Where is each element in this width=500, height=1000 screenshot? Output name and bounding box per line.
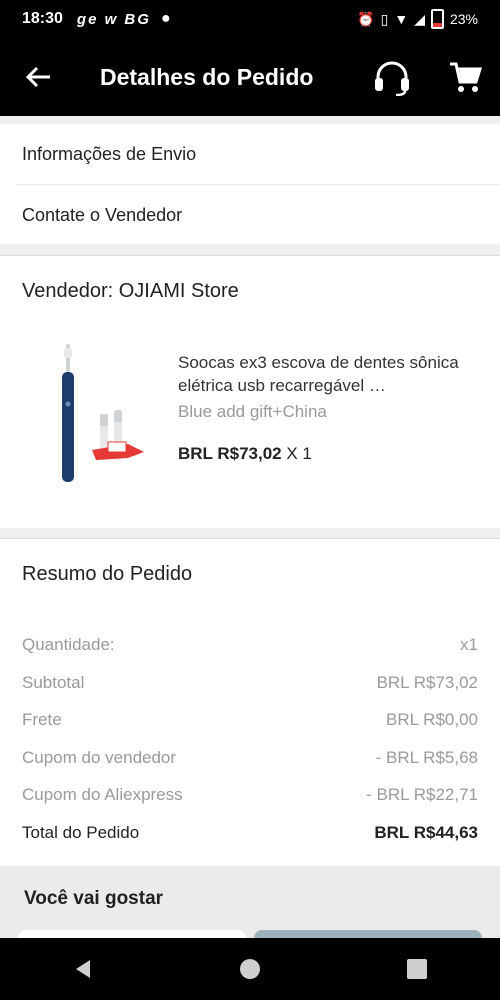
summary-label: Quantidade: <box>22 635 115 654</box>
recommendations-section: Você vai gostar <box>0 866 500 938</box>
seller-name: Vendedor: OJIAMI Store <box>22 280 239 302</box>
summary-label: Total do Pedido <box>22 823 140 842</box>
summary-row-total: Total do Pedido BRL R$44,63 <box>22 823 478 843</box>
cart-button[interactable] <box>448 60 483 99</box>
product-quantity: X 1 <box>286 444 312 463</box>
vibrate-icon: ▯ <box>380 10 389 27</box>
arrow-left-icon <box>25 66 50 88</box>
headset-icon <box>375 61 409 97</box>
summary-value: BRL R$73,02 <box>376 673 478 692</box>
summary-value: x1 <box>460 635 478 654</box>
dot-icon: ● <box>160 10 171 27</box>
status-icons: ⏰ ▯ ▼ ◢ 23% <box>357 9 478 29</box>
support-button[interactable] <box>372 60 412 101</box>
summary-label: Cupom do Aliexpress <box>22 785 183 804</box>
page-title: Detalhes do Pedido <box>100 63 314 90</box>
summary-label: Frete <box>22 710 62 729</box>
seller-card: Vendedor: OJIAMI Store Soocas ex3 escova… <box>0 255 500 528</box>
battery-icon <box>430 9 444 29</box>
product-variant: Blue add gift+China <box>178 402 327 421</box>
signal-icon: ◢ <box>414 10 425 27</box>
summary-value: BRL R$0,00 <box>386 710 478 729</box>
product-price: BRL R$73,02 <box>178 444 282 463</box>
wifi-icon: ▼ <box>394 11 409 27</box>
notification-icons: ge w BG <box>76 10 151 28</box>
summary-label: Cupom do vendedor <box>22 748 177 767</box>
product-image[interactable] <box>40 344 170 484</box>
summary-row-quantity: Quantidade: x1 <box>22 635 478 655</box>
shipping-info-link[interactable]: Informações de Envio <box>0 124 500 184</box>
cart-icon <box>450 62 483 92</box>
order-total: BRL R$44,63 <box>374 823 478 842</box>
square-recents-icon <box>406 959 427 979</box>
contact-seller-link[interactable]: Contate o Vendedor <box>16 184 500 245</box>
summary-row-seller-coupon: Cupom do vendedor - BRL R$5,68 <box>22 748 478 768</box>
summary-value: - BRL R$22,71 <box>366 785 478 804</box>
summary-row-subtotal: Subtotal BRL R$73,02 <box>22 673 478 693</box>
summary-title: Resumo do Pedido <box>22 563 193 585</box>
status-bar: 18:30 ge w BG ● ⏰ ▯ ▼ ◢ 23% <box>0 0 500 38</box>
summary-row-shipping: Frete BRL R$0,00 <box>22 710 478 730</box>
product-title[interactable]: Soocas ex3 escova de dentes sônica elétr… <box>178 351 478 397</box>
clock: 18:30 <box>22 10 63 27</box>
triangle-back-icon <box>76 960 91 978</box>
recommendations-title: Você vai gostar <box>24 888 164 909</box>
alarm-icon: ⏰ <box>357 10 375 27</box>
system-nav-bar <box>0 938 500 1000</box>
toothbrush-image <box>62 344 144 482</box>
nav-home-button[interactable] <box>220 958 280 980</box>
battery-level: 23% <box>449 11 478 27</box>
order-menu: Informações de Envio Contate o Vendedor <box>0 124 500 244</box>
nav-recents-button[interactable] <box>387 958 447 980</box>
circle-home-icon <box>239 959 260 979</box>
product-price-line: BRL R$73,02 X 1 <box>178 444 312 464</box>
order-summary: Resumo do Pedido Quantidade: x1 Subtotal… <box>0 538 500 867</box>
summary-row-aliexpress-coupon: Cupom do Aliexpress - BRL R$22,71 <box>22 785 478 805</box>
nav-back-button[interactable] <box>53 958 113 980</box>
app-bar: Detalhes do Pedido <box>0 38 500 116</box>
back-button[interactable] <box>24 65 54 89</box>
summary-label: Subtotal <box>22 673 85 692</box>
summary-value: - BRL R$5,68 <box>375 748 478 767</box>
